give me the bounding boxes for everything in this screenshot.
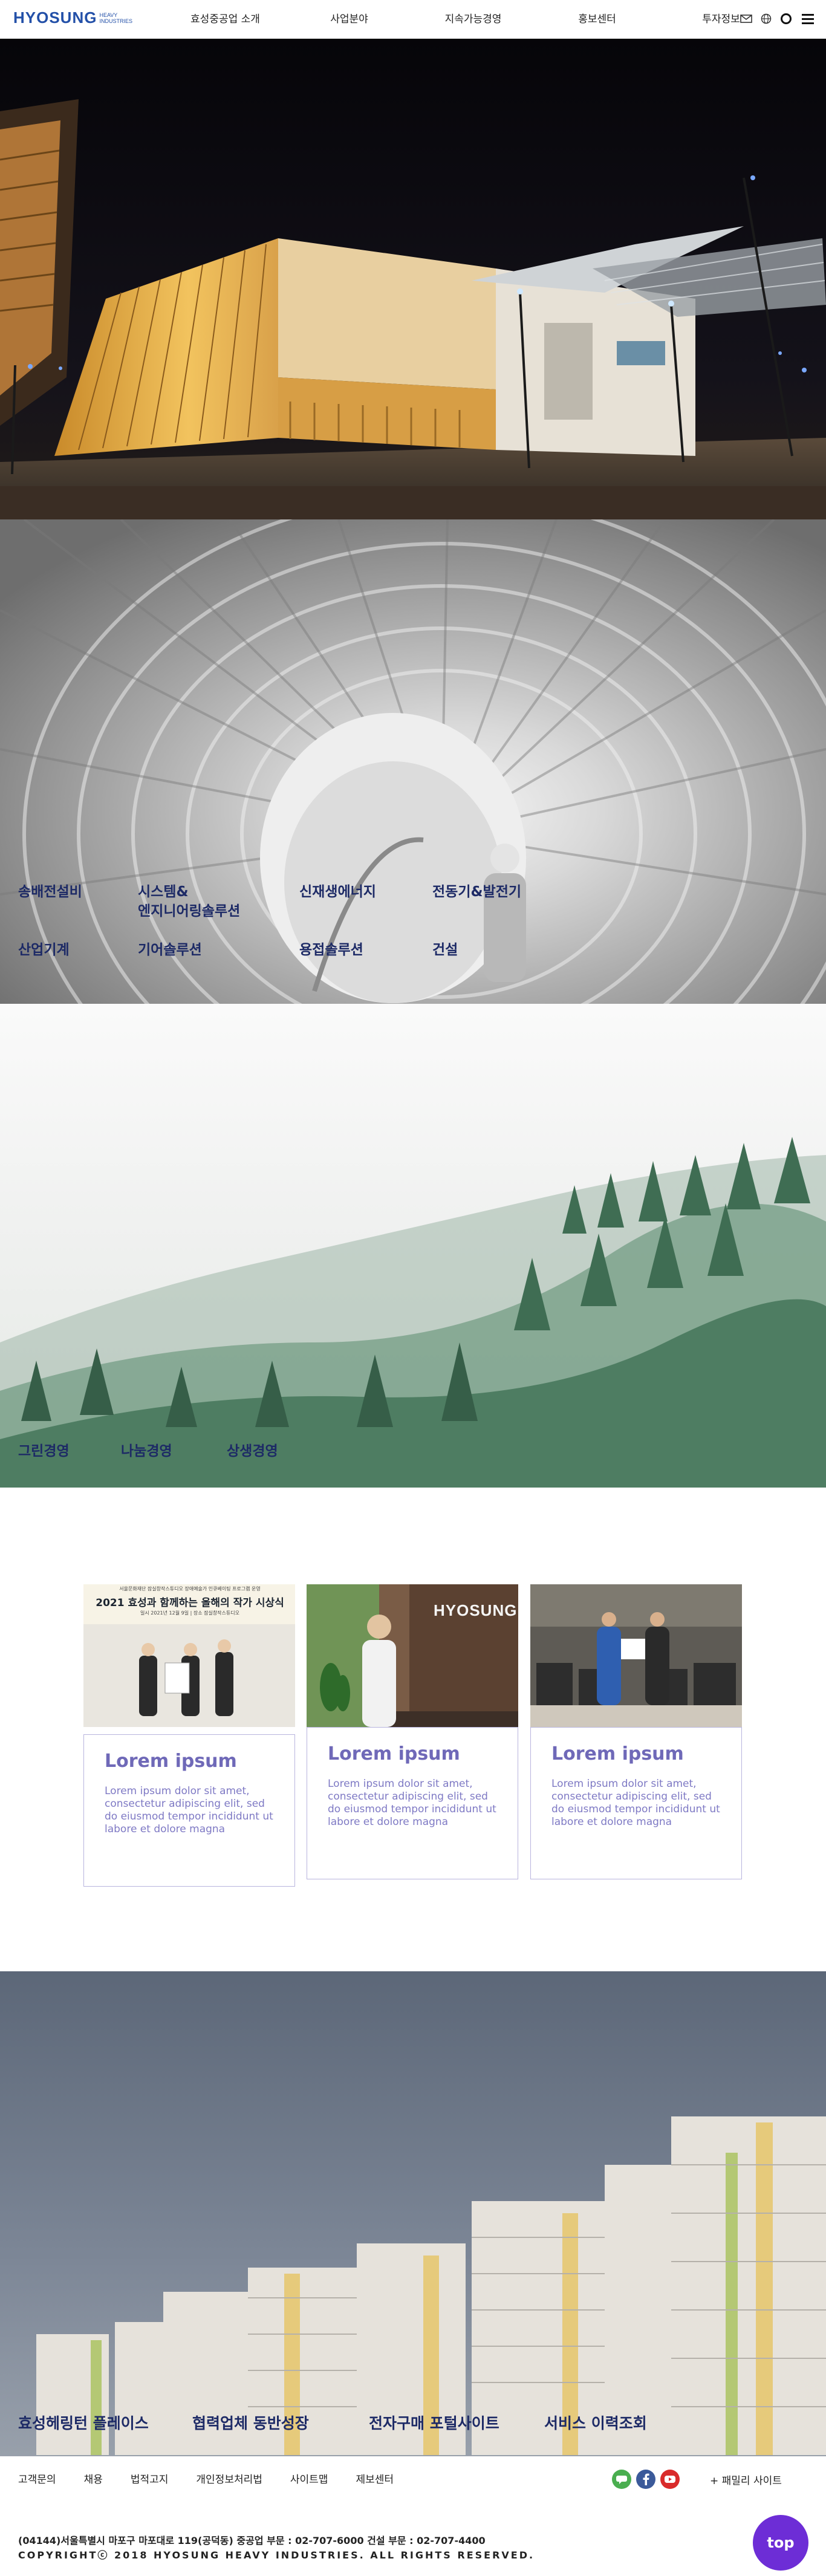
utility-icons: [740, 12, 815, 25]
footer-links: 고객문의 채용 법적고지 개인정보처리법 사이트맵 제보센터: [18, 2471, 421, 2486]
sustainability-section: 그린경영 나눔경영 상생경영: [0, 1004, 826, 1488]
hero-banner: [0, 39, 826, 519]
biz-link-industrial-machinery[interactable]: 산업기계: [18, 940, 70, 960]
nav-sustainability[interactable]: 지속가능경영: [411, 0, 535, 39]
news-card-title: Lorem ipsum: [328, 1743, 460, 1764]
turbine-background-image: [0, 519, 826, 1004]
portal-link-partner-growth[interactable]: 협력업체 동반성장: [192, 2412, 309, 2433]
card1-banner-info: 일시 2021년 12월 9일 | 장소 잠실창작스튜디오: [140, 1610, 239, 1616]
main-nav: 효성중공업 소개 사업분야 지속가능경영 홍보센터 투자정보: [163, 0, 783, 39]
talk-icon[interactable]: [612, 2470, 631, 2489]
circle-icon[interactable]: [780, 12, 792, 25]
portal-link-harrington-place[interactable]: 효성헤링턴 플레이스: [18, 2412, 149, 2433]
hyosung-logo[interactable]: HYOSUNG HEAVY INDUSTRIES: [13, 8, 141, 27]
logo-subtitle: HEAVY INDUSTRIES: [99, 12, 132, 24]
hero-building-image: [0, 39, 826, 519]
sns-links: [612, 2470, 680, 2489]
company-address: (04144)서울특별시 마포구 마포대로 119(공덕동) 중공업 부문 : …: [18, 2535, 486, 2546]
globe-icon[interactable]: [761, 12, 772, 25]
biz-link-gear-solution[interactable]: 기어솔루션: [138, 940, 202, 960]
news-card-text: Lorem ipsum dolor sit amet, consectetur …: [328, 1778, 496, 1828]
site-header: HYOSUNG HEAVY INDUSTRIES 효성중공업 소개 사업분야 지…: [0, 0, 826, 39]
biz-link-motor-generator[interactable]: 전동기&발전기: [432, 882, 521, 902]
facebook-icon[interactable]: [636, 2470, 655, 2489]
news-card-title: Lorem ipsum: [551, 1743, 684, 1764]
footer-link-legal-notice[interactable]: 법적고지: [131, 2471, 169, 2486]
nav-about[interactable]: 효성중공업 소개: [163, 0, 287, 39]
news-card-body: Lorem ipsum Lorem ipsum dolor sit amet, …: [83, 1734, 295, 1887]
portal-link-e-procurement[interactable]: 전자구매 포털사이트: [369, 2412, 499, 2433]
scroll-top-button[interactable]: top: [753, 2515, 808, 2571]
news-card-title: Lorem ipsum: [105, 1751, 237, 1772]
biz-link-welding-solution[interactable]: 용접솔루션: [299, 940, 363, 960]
sustain-link-coexistence[interactable]: 상생경영: [227, 1439, 278, 1460]
news-card[interactable]: 서울문화재단 잠실창작스튜디오 장애예술가 인큐베이팅 프로그램 운영 2021…: [83, 1584, 295, 1887]
site-footer: 고객문의 채용 법적고지 개인정보처리법 사이트맵 제보센터 + 패밀리 사이트…: [0, 2456, 826, 2576]
forest-background-image: [0, 1004, 826, 1488]
footer-link-customer-inquiry[interactable]: 고객문의: [18, 2471, 56, 2486]
news-card-image: 서울문화재단 잠실창작스튜디오 장애예술가 인큐베이팅 프로그램 운영 2021…: [83, 1584, 295, 1727]
family-site-button[interactable]: + 패밀리 사이트: [710, 2472, 782, 2487]
apartment-background-image: [0, 1971, 826, 2456]
nav-pr-center[interactable]: 홍보센터: [535, 0, 659, 39]
mail-icon[interactable]: [740, 12, 752, 25]
biz-link-system-engineering[interactable]: 시스템& 엔지니어링솔루션: [138, 882, 240, 921]
logo-wordmark: HYOSUNG: [13, 8, 97, 27]
youtube-icon[interactable]: [660, 2470, 680, 2489]
biz-link-renewable-energy[interactable]: 신재생에너지: [299, 882, 376, 902]
news-card-image: HYOSUNG: [307, 1584, 518, 1727]
card1-banner-title: 2021 효성과 함께하는 올해의 작가 시상식: [96, 1597, 284, 1609]
sustain-link-sharing[interactable]: 나눔경영: [121, 1439, 172, 1460]
biz-link-construction[interactable]: 건설: [432, 940, 458, 960]
biz-link-power-transmission[interactable]: 송배전설비: [18, 882, 82, 902]
news-card[interactable]: HYOSUNG Lorem ipsum Lorem ipsum dolor si…: [307, 1584, 518, 1887]
news-card-body: Lorem ipsum Lorem ipsum dolor sit amet, …: [530, 1727, 742, 1879]
business-section: 송배전설비 시스템& 엔지니어링솔루션 신재생에너지 전동기&발전기 산업기계 …: [0, 519, 826, 1004]
news-card-text: Lorem ipsum dolor sit amet, consectetur …: [551, 1778, 720, 1828]
news-card-body: Lorem ipsum Lorem ipsum dolor sit amet, …: [307, 1727, 518, 1879]
sustain-link-green[interactable]: 그린경영: [18, 1439, 70, 1460]
menu-icon[interactable]: [801, 12, 815, 25]
footer-link-report-center[interactable]: 제보센터: [356, 2471, 394, 2486]
portal-section: 효성헤링턴 플레이스 협력업체 동반성장 전자구매 포털사이트 서비스 이력조회: [0, 1971, 826, 2456]
card1-banner-small: 서울문화재단 잠실창작스튜디오 장애예술가 인큐베이팅 프로그램 운영: [119, 1586, 261, 1592]
news-card-image: [530, 1584, 742, 1727]
portal-link-service-history[interactable]: 서비스 이력조회: [544, 2412, 647, 2433]
footer-link-recruit[interactable]: 채용: [84, 2471, 103, 2486]
copyright: COPYRIGHTⓒ 2018 HYOSUNG HEAVY INDUSTRIES…: [18, 2549, 535, 2561]
footer-link-sitemap[interactable]: 사이트맵: [290, 2471, 328, 2486]
nav-business[interactable]: 사업분야: [287, 0, 411, 39]
news-card-text: Lorem ipsum dolor sit amet, consectetur …: [105, 1785, 273, 1835]
footer-link-privacy-policy[interactable]: 개인정보처리법: [196, 2471, 262, 2486]
card2-hyosung-sign: HYOSUNG: [434, 1601, 518, 1619]
news-card[interactable]: Lorem ipsum Lorem ipsum dolor sit amet, …: [530, 1584, 742, 1887]
